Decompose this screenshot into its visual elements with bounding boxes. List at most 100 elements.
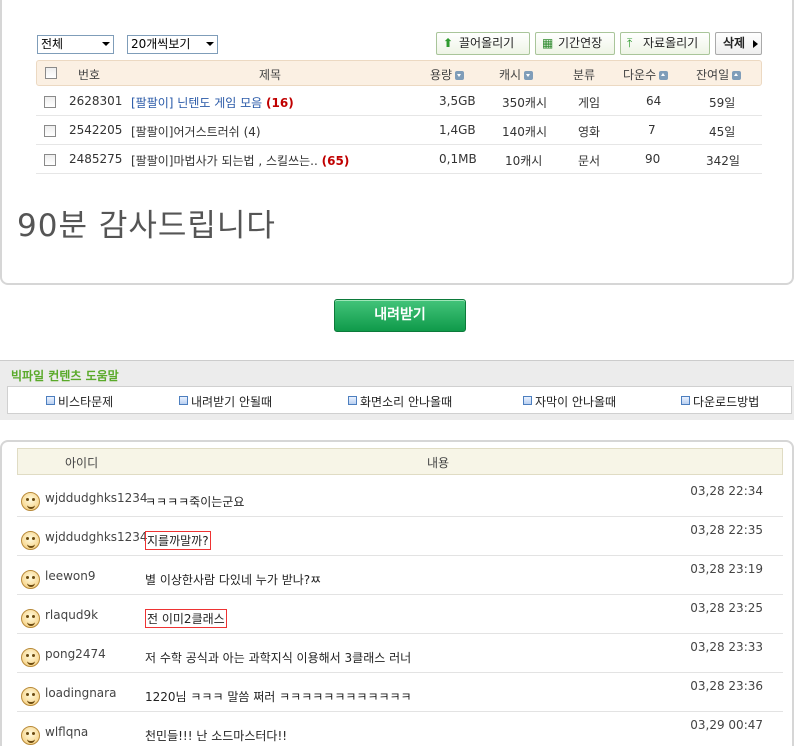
help-link-label: 화면소리 안나올때 xyxy=(360,395,453,409)
file-row: 2628301 [팔팔이] 닌텐도 게임 모음 (16) 3,5GB 350캐시… xyxy=(36,87,762,116)
header-remaining-label: 잔여일 xyxy=(696,68,730,82)
header-downloads-label: 다운수 xyxy=(623,68,657,82)
comment-user-id[interactable]: pong2474 xyxy=(45,647,106,661)
select-all-checkbox[interactable] xyxy=(45,67,57,79)
comment-count: (4) xyxy=(243,125,261,139)
bump-button[interactable]: ⬆ 끌어올리기 xyxy=(436,32,530,55)
extend-button[interactable]: ▦ 기간연장 xyxy=(535,32,615,55)
file-title-link[interactable]: [팔팔이]마법사가 되는법 , 스킬쓰는.. (65) xyxy=(131,152,349,169)
upload-icon: ⤒ xyxy=(627,36,633,50)
smiley-icon xyxy=(21,570,40,589)
file-title: [팔팔이] 닌텐도 게임 모음 xyxy=(131,96,263,110)
per-page-select[interactable]: 20개씩보기 xyxy=(127,35,218,54)
chevron-down-icon xyxy=(102,42,110,46)
extend-button-label: 기간연장 xyxy=(558,36,603,50)
help-link-no-subtitle[interactable]: 자막이 안나올때 xyxy=(523,393,616,410)
comment-text: 천민들!!! 난 소드마스터다!! xyxy=(145,729,288,743)
file-remaining: 45일 xyxy=(709,125,736,139)
comment-time: 03,28 22:35 xyxy=(690,523,763,537)
file-category: 문서 xyxy=(578,154,601,168)
upload-button-label: 자료올리기 xyxy=(643,36,699,50)
smiley-icon xyxy=(21,609,40,628)
help-link-bar: 비스타문제 내려받기 안될때 화면소리 안나올때 자막이 안나올때 다운로드방법 xyxy=(7,386,792,414)
arrow-up-icon: ⬆ xyxy=(443,36,454,50)
header-remaining[interactable]: 잔여일 xyxy=(696,66,742,83)
file-title-link[interactable]: [팔팔이]어거스트러쉬 (4) xyxy=(131,123,261,140)
comment-user-id[interactable]: wlflqna xyxy=(45,725,88,739)
row-checkbox[interactable] xyxy=(44,154,56,166)
comment-row: rlaqud9k 전 이미2클래스 03,28 23:25 xyxy=(17,595,783,634)
header-size-label: 용량 xyxy=(430,68,453,82)
bullet-icon xyxy=(348,396,357,405)
help-link-download-fail[interactable]: 내려받기 안될때 xyxy=(179,393,272,410)
bullet-icon xyxy=(46,396,55,405)
comment-user-id[interactable]: loadingnara xyxy=(45,686,116,700)
file-title: [팔팔이]어거스트러쉬 xyxy=(131,125,240,139)
upload-button[interactable]: ⤒ 자료올리기 xyxy=(620,32,710,55)
row-checkbox[interactable] xyxy=(44,125,56,137)
comment-time: 03,28 23:19 xyxy=(690,562,763,576)
comment-time: 03,28 22:34 xyxy=(690,484,763,498)
comment-user-id[interactable]: rlaqud9k xyxy=(45,608,98,622)
file-row: 2485275 [팔팔이]마법사가 되는법 , 스킬쓰는.. (65) 0,1M… xyxy=(36,145,762,174)
file-downloads: 90 xyxy=(645,152,661,166)
delete-button[interactable]: 삭제 xyxy=(715,32,762,55)
header-no: 번호 xyxy=(78,68,101,82)
description-message: 90분 감사드립니다 xyxy=(17,208,276,244)
comment-row: loadingnara 1220님 ㅋㅋㅋ 말씀 쩌러 ㅋㅋㅋㅋㅋㅋㅋㅋㅋㅋㅋㅋ… xyxy=(17,673,783,712)
help-link-how-to-download[interactable]: 다운로드방법 xyxy=(681,393,759,410)
comment-text: 1220님 ㅋㅋㅋ 말씀 쩌러 ㅋㅋㅋㅋㅋㅋㅋㅋㅋㅋㅋㅋ xyxy=(145,690,412,704)
sort-asc-icon xyxy=(659,71,669,80)
delete-button-label: 삭제 xyxy=(723,36,746,50)
help-link-label: 내려받기 안될때 xyxy=(191,395,273,409)
comment-user-id[interactable]: wjddudghks1234 xyxy=(45,491,148,505)
sort-asc-icon xyxy=(732,71,742,80)
comment-count: (65) xyxy=(321,154,350,168)
header-size[interactable]: 용량 xyxy=(430,66,465,83)
help-link-label: 다운로드방법 xyxy=(693,395,760,409)
chevron-down-icon xyxy=(206,42,214,46)
help-link-vista[interactable]: 비스타문제 xyxy=(46,393,113,410)
comment-row: pong2474 저 수학 공식과 아는 과학지식 이용해서 3클래스 러너 0… xyxy=(17,634,783,673)
header-id: 아이디 xyxy=(65,456,99,470)
help-link-label: 자막이 안나올때 xyxy=(535,395,617,409)
header-category: 분류 xyxy=(573,68,596,82)
calendar-icon: ▦ xyxy=(542,36,554,50)
smiley-icon xyxy=(21,726,40,745)
file-downloads: 7 xyxy=(648,123,656,137)
comment-text: 별 이상한사람 다있네 누가 받나?ㅉ xyxy=(145,573,322,587)
file-title-link[interactable]: [팔팔이] 닌텐도 게임 모음 (16) xyxy=(131,94,294,111)
help-link-no-sound[interactable]: 화면소리 안나올때 xyxy=(348,393,452,410)
comment-time: 03,29 00:47 xyxy=(690,718,763,732)
comment-time: 03,28 23:36 xyxy=(690,679,763,693)
help-link-label: 비스타문제 xyxy=(58,395,114,409)
comment-row: wlflqna 천민들!!! 난 소드마스터다!! 03,29 00:47 xyxy=(17,712,783,746)
file-downloads: 64 xyxy=(646,94,662,108)
row-checkbox[interactable] xyxy=(44,96,56,108)
file-no: 2542205 xyxy=(69,123,123,137)
per-page-select-value: 20개씩보기 xyxy=(131,37,191,51)
category-select-value: 전체 xyxy=(41,37,64,51)
header-cash-label: 캐시 xyxy=(499,68,522,82)
comment-user-id[interactable]: wjddudghks1234 xyxy=(45,530,148,544)
file-row: 2542205 [팔팔이]어거스트러쉬 (4) 1,4GB 140캐시 영화 7… xyxy=(36,116,762,145)
comment-user-id[interactable]: leewon9 xyxy=(45,569,96,583)
file-no: 2628301 xyxy=(69,94,123,108)
file-remaining: 59일 xyxy=(709,96,736,110)
comment-count: (16) xyxy=(266,96,294,110)
comments-header: 아이디 내용 xyxy=(17,448,783,475)
sort-desc-icon xyxy=(455,71,465,80)
comment-text: 전 이미2클래스 xyxy=(145,609,227,628)
file-category: 게임 xyxy=(578,96,601,110)
file-remaining: 342일 xyxy=(706,154,740,168)
header-downloads[interactable]: 다운수 xyxy=(623,66,669,83)
header-content: 내용 xyxy=(427,456,450,470)
comment-row: leewon9 별 이상한사람 다있네 누가 받나?ㅉ 03,28 23:19 xyxy=(17,556,783,595)
download-button[interactable]: 내려받기 xyxy=(334,299,466,332)
comment-row: wjddudghks1234 ㅋㅋㅋㅋ죽이는군요 03,28 22:34 xyxy=(17,478,783,517)
sort-desc-icon xyxy=(524,71,534,80)
file-cash: 10캐시 xyxy=(505,154,543,168)
smiley-icon xyxy=(21,687,40,706)
category-select[interactable]: 전체 xyxy=(37,35,114,54)
header-cash[interactable]: 캐시 xyxy=(499,66,534,83)
